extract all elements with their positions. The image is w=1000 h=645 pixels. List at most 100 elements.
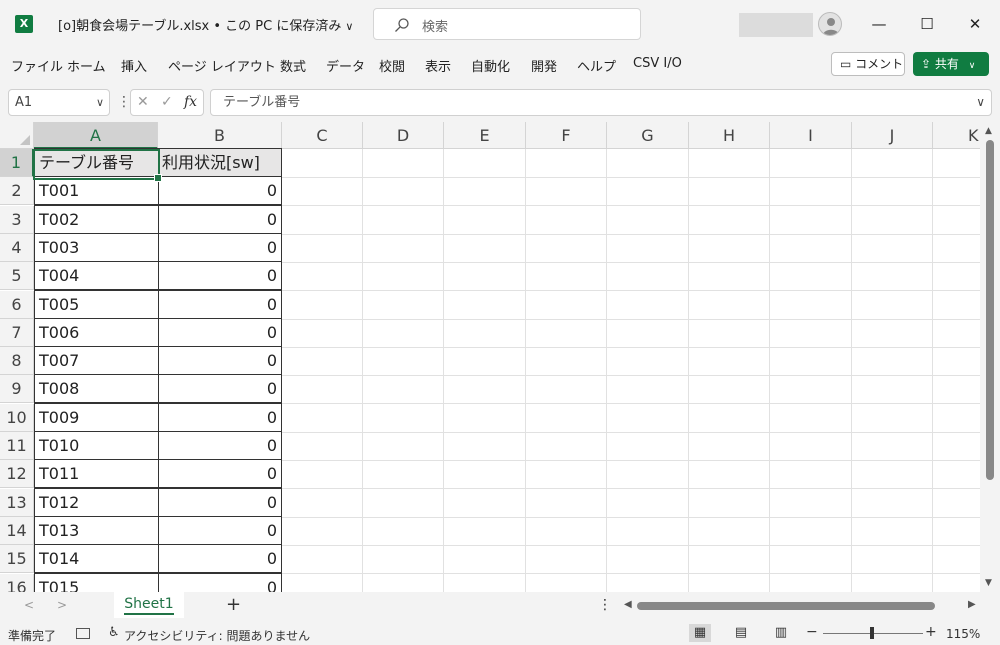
cell-usage-status[interactable]: 0 xyxy=(158,431,282,460)
accessibility-status[interactable]: アクセシビリティ: 問題ありません xyxy=(124,627,310,644)
cell-table-number[interactable]: T015 xyxy=(34,573,159,592)
name-box[interactable]: A1 ∨ xyxy=(8,89,110,116)
cell-usage-status[interactable]: 0 xyxy=(158,205,282,234)
cell-usage-status[interactable]: 0 xyxy=(158,459,282,488)
row-header[interactable]: 8 xyxy=(0,347,34,375)
tab-data[interactable]: データ xyxy=(326,56,365,75)
zoom-level[interactable]: 115% xyxy=(946,627,980,641)
cell-usage-status[interactable]: 0 xyxy=(158,233,282,262)
more-options-icon[interactable]: ⋮ xyxy=(598,597,612,613)
cell-table-number[interactable]: T012 xyxy=(34,488,159,517)
sheet-prev-icon[interactable]: < xyxy=(24,598,34,612)
cell-table-number[interactable]: T013 xyxy=(34,516,159,545)
insert-function-icon[interactable]: fx xyxy=(184,90,197,115)
cell-table-number[interactable]: T002 xyxy=(34,205,159,234)
row-header[interactable]: 16 xyxy=(0,574,34,592)
enter-icon[interactable]: ✓ xyxy=(161,90,173,115)
close-button[interactable]: ✕ xyxy=(952,8,998,40)
row-header[interactable]: 3 xyxy=(0,206,34,234)
row-header[interactable]: 2 xyxy=(0,177,34,205)
row-header[interactable]: 14 xyxy=(0,517,34,545)
cell-table-number[interactable]: T005 xyxy=(34,290,159,319)
zoom-out-button[interactable]: − xyxy=(806,624,818,640)
formula-input[interactable]: テーブル番号 ∨ xyxy=(210,89,992,116)
column-header-h[interactable]: H xyxy=(689,122,770,149)
cell-usage-status[interactable]: 0 xyxy=(158,403,282,432)
cell-usage-status[interactable]: 0 xyxy=(158,346,282,375)
more-options-icon[interactable]: ⋮ xyxy=(117,94,131,110)
tab-view[interactable]: 表示 xyxy=(425,56,451,75)
account-name[interactable] xyxy=(739,13,813,37)
row-header[interactable]: 7 xyxy=(0,319,34,347)
header-cell-table-number[interactable]: テーブル番号 xyxy=(34,148,159,177)
column-header-g[interactable]: G xyxy=(607,122,689,149)
column-header-f[interactable]: F xyxy=(526,122,607,149)
zoom-in-button[interactable]: + xyxy=(925,624,937,640)
cell-table-number[interactable]: T007 xyxy=(34,346,159,375)
tab-home[interactable]: ホーム xyxy=(67,56,106,75)
file-title[interactable]: [o]朝食会場テーブル.xlsx • この PC に保存済み ∨ xyxy=(58,15,353,34)
cell-usage-status[interactable]: 0 xyxy=(158,318,282,347)
column-header-a[interactable]: A xyxy=(34,122,158,149)
cell-table-number[interactable]: T011 xyxy=(34,459,159,488)
cell-usage-status[interactable]: 0 xyxy=(158,176,282,205)
cell-table-number[interactable]: T014 xyxy=(34,544,159,573)
scroll-up-icon[interactable]: ▲ xyxy=(985,126,992,136)
normal-view-button[interactable]: ▦ xyxy=(689,624,711,642)
avatar[interactable] xyxy=(818,12,842,36)
sheet-tab-sheet1[interactable]: Sheet1 xyxy=(114,592,184,618)
scroll-down-icon[interactable]: ▼ xyxy=(985,578,992,588)
cell-table-number[interactable]: T003 xyxy=(34,233,159,262)
tab-help[interactable]: ヘルプ xyxy=(577,56,616,75)
cell-table-number[interactable]: T004 xyxy=(34,261,159,290)
accessibility-icon[interactable]: ♿ xyxy=(108,625,120,640)
column-header-j[interactable]: J xyxy=(852,122,933,149)
tab-file[interactable]: ファイル xyxy=(11,56,63,75)
cell-usage-status[interactable]: 0 xyxy=(158,516,282,545)
macro-record-icon[interactable] xyxy=(76,628,90,639)
tab-insert[interactable]: 挿入 xyxy=(121,56,147,75)
zoom-slider-thumb[interactable] xyxy=(870,627,874,639)
scroll-left-icon[interactable]: ◀ xyxy=(624,599,632,610)
row-header[interactable]: 9 xyxy=(0,375,34,403)
column-header-d[interactable]: D xyxy=(363,122,444,149)
tab-formulas[interactable]: 数式 xyxy=(280,56,306,75)
row-header[interactable]: 6 xyxy=(0,291,34,319)
row-header[interactable]: 11 xyxy=(0,432,34,460)
row-header[interactable]: 5 xyxy=(0,262,34,290)
cell-table-number[interactable]: T009 xyxy=(34,403,159,432)
row-header[interactable]: 15 xyxy=(0,545,34,573)
row-header[interactable]: 10 xyxy=(0,404,34,432)
scroll-right-icon[interactable]: ▶ xyxy=(968,599,976,610)
column-header-e[interactable]: E xyxy=(444,122,526,149)
tab-csv-io[interactable]: CSV I/O xyxy=(633,56,682,71)
tab-page-layout[interactable]: ページ レイアウト xyxy=(168,56,276,75)
sheet-next-icon[interactable]: > xyxy=(57,598,67,612)
tab-review[interactable]: 校閲 xyxy=(379,56,405,75)
vertical-scrollbar[interactable]: ▲ ▼ xyxy=(980,122,1000,592)
spreadsheet-grid[interactable]: A B C D E F G H I J K 1 テーブル番号 利用状況[sw] 2 T0… xyxy=(0,122,980,592)
header-cell-usage-status[interactable]: 利用状況[sw] xyxy=(158,148,282,177)
tab-developer[interactable]: 開発 xyxy=(531,56,557,75)
comment-button[interactable]: ▭ コメント xyxy=(831,52,905,76)
tab-automate[interactable]: 自動化 xyxy=(471,56,510,75)
row-header[interactable]: 12 xyxy=(0,460,34,488)
column-header-k[interactable]: K xyxy=(933,122,980,149)
search-box[interactable]: 検索 xyxy=(373,8,641,40)
select-all-corner[interactable] xyxy=(0,122,34,149)
page-break-view-button[interactable]: ▥ xyxy=(770,624,792,642)
share-button[interactable]: ⇪ 共有 ∨ xyxy=(913,52,989,76)
cell-usage-status[interactable]: 0 xyxy=(158,573,282,592)
cell-table-number[interactable]: T001 xyxy=(34,176,159,205)
cell-table-number[interactable]: T010 xyxy=(34,431,159,460)
expand-formula-icon[interactable]: ∨ xyxy=(976,90,985,115)
column-header-b[interactable]: B xyxy=(158,122,282,149)
cell-usage-status[interactable]: 0 xyxy=(158,261,282,290)
cell-usage-status[interactable]: 0 xyxy=(158,488,282,517)
row-header[interactable]: 13 xyxy=(0,489,34,517)
cell-usage-status[interactable]: 0 xyxy=(158,290,282,319)
row-header[interactable]: 4 xyxy=(0,234,34,262)
minimize-button[interactable]: — xyxy=(856,8,902,40)
cell-table-number[interactable]: T006 xyxy=(34,318,159,347)
horizontal-scroll-thumb[interactable] xyxy=(637,602,935,610)
